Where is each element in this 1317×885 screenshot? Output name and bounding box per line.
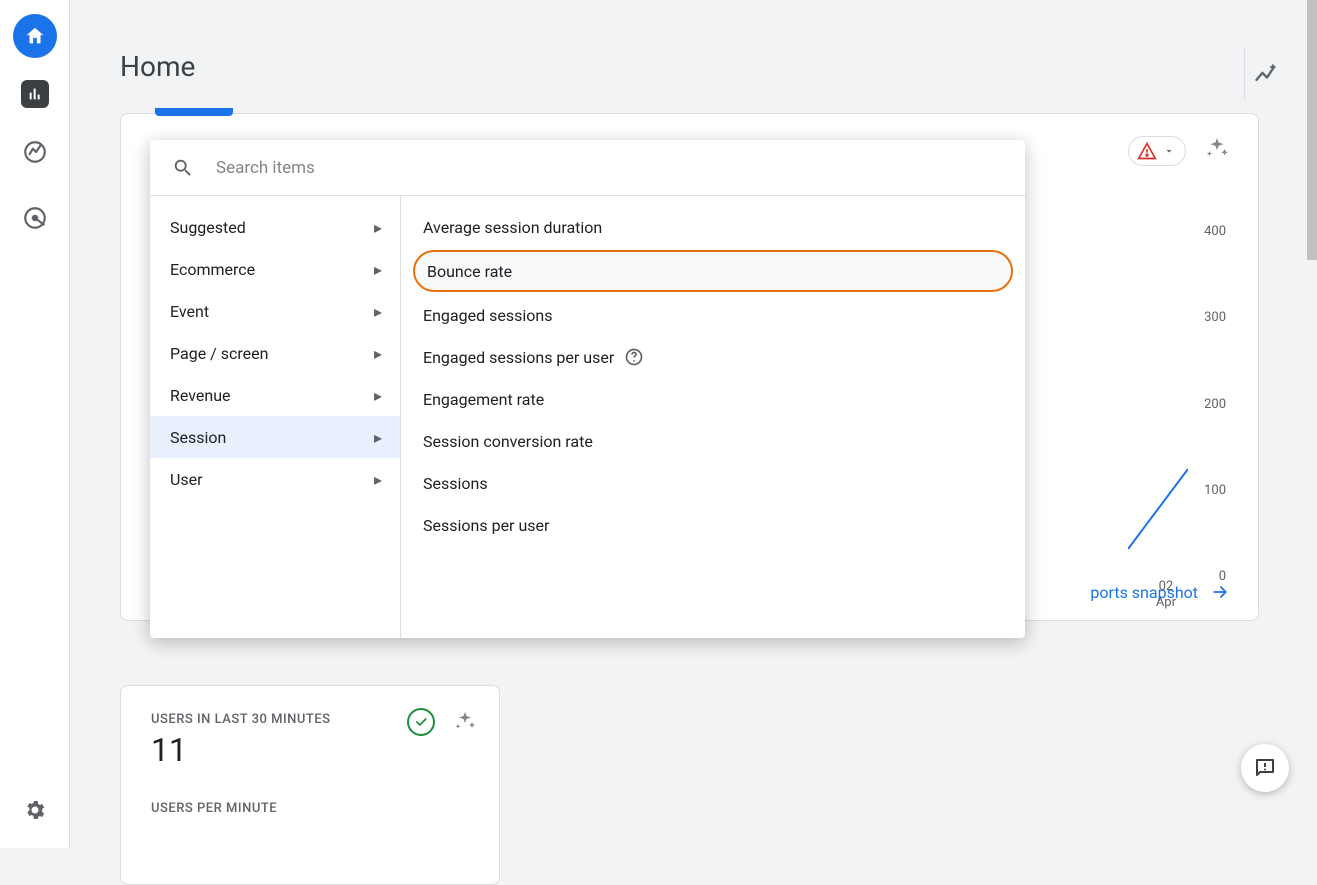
help-icon [624,347,644,367]
status-ok-icon[interactable] [407,708,435,736]
metric-item[interactable]: Session conversion rate [401,420,1025,462]
category-item[interactable]: Event▸ [150,290,400,332]
category-item[interactable]: Ecommerce▸ [150,248,400,290]
realtime-card: USERS IN LAST 30 MINUTES 11 USERS PER MI… [120,685,500,885]
nav-reports-icon[interactable] [21,80,49,108]
search-row [150,140,1025,196]
category-item[interactable]: Session▸ [150,416,400,458]
metric-item[interactable]: Bounce rate [413,250,1013,292]
category-item[interactable]: Revenue▸ [150,374,400,416]
chart-y-axis: 400 300 200 100 0 [1204,224,1226,584]
metric-item[interactable]: Engaged sessions per user [401,336,1025,378]
metric-item[interactable]: Average session duration [401,206,1025,248]
nav-home-icon[interactable] [13,14,57,58]
nav-settings-icon[interactable] [0,798,70,822]
page-title: Home [120,50,1259,83]
arrow-right-icon [1210,582,1230,602]
metric-item[interactable]: Sessions per user [401,504,1025,546]
search-input[interactable] [216,158,1003,178]
category-item[interactable]: Page / screen▸ [150,332,400,374]
sparkle-icon[interactable] [1204,136,1230,162]
feedback-button[interactable] [1241,744,1289,792]
category-item[interactable]: Suggested▸ [150,206,400,248]
chevron-down-icon [1163,145,1175,157]
chart-line [1128,444,1188,574]
reports-snapshot-link[interactable]: ports snapshot [1090,582,1230,602]
nav-explore-icon[interactable] [13,130,57,174]
nav-advertising-icon[interactable] [13,196,57,240]
category-item[interactable]: User▸ [150,458,400,500]
metric-picker-popup: Suggested▸Ecommerce▸Event▸Page / screen▸… [150,140,1025,638]
left-nav [0,0,70,848]
sparkle-icon[interactable] [453,710,477,734]
insights-icon[interactable] [1244,48,1289,100]
realtime-value: 11 [151,731,469,769]
category-column: Suggested▸Ecommerce▸Event▸Page / screen▸… [150,196,400,638]
search-icon [172,157,194,179]
metric-item[interactable]: Engaged sessions [401,294,1025,336]
active-metric-tab [155,108,233,116]
realtime-subtitle: USERS PER MINUTE [151,801,469,816]
data-quality-chip[interactable] [1128,136,1186,166]
metric-item[interactable]: Engagement rate [401,378,1025,420]
metric-column: Average session durationBounce rateEngag… [400,196,1025,638]
metric-item[interactable]: Sessions [401,462,1025,504]
